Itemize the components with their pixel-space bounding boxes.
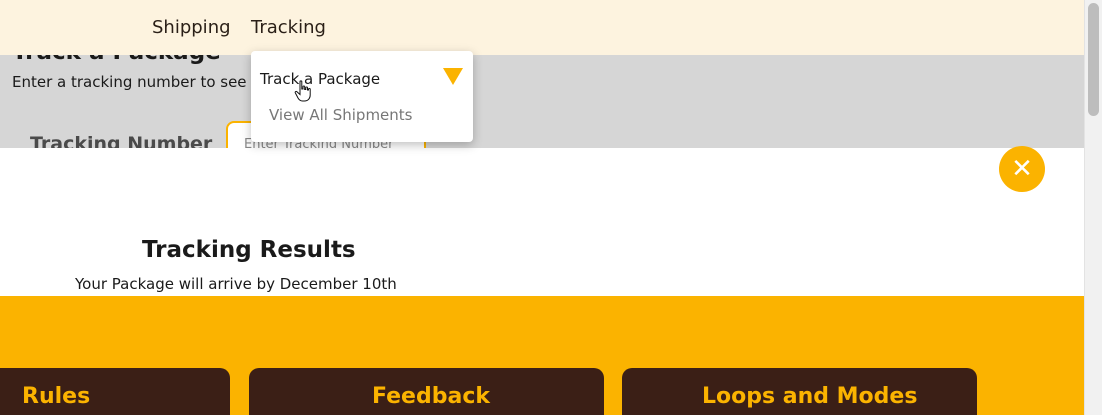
tracking-number-label: Tracking Number	[30, 133, 213, 148]
scrollbar-thumb[interactable]	[1088, 3, 1099, 116]
nav-shipping[interactable]: Shipping	[152, 17, 231, 38]
results-subtitle: Your Package will arrive by December 10t…	[75, 275, 397, 293]
top-nav: Shipping Tracking	[0, 0, 1084, 55]
menu-item-view-all-shipments[interactable]: View All Shipments	[269, 106, 413, 124]
tracking-dropdown-menu: Track a Package View All Shipments	[251, 51, 473, 142]
tracking-results-modal	[0, 148, 1084, 296]
triangle-down-icon	[443, 68, 463, 85]
nav-tracking[interactable]: Tracking	[251, 17, 326, 38]
results-title: Tracking Results	[142, 237, 356, 263]
card-title: Loops and Modes	[702, 384, 918, 409]
track-package-section: Track a Package Enter a tracking number …	[0, 55, 1084, 148]
footer-band: Rules Feedback Loops and Modes	[0, 296, 1084, 415]
close-icon[interactable]: ✕	[999, 146, 1045, 192]
hand-cursor-icon	[294, 80, 311, 102]
card-title: Rules	[22, 384, 91, 409]
card-loops-and-modes[interactable]: Loops and Modes	[622, 368, 977, 415]
menu-item-track-package[interactable]: Track a Package	[260, 70, 380, 88]
card-feedback[interactable]: Feedback	[249, 368, 604, 415]
track-subtitle: Enter a tracking number to see	[12, 73, 247, 91]
card-title: Feedback	[372, 384, 490, 409]
card-rules[interactable]: Rules	[0, 368, 230, 415]
track-heading: Track a Package	[12, 55, 221, 65]
page-scrollbar[interactable]	[1084, 0, 1102, 415]
